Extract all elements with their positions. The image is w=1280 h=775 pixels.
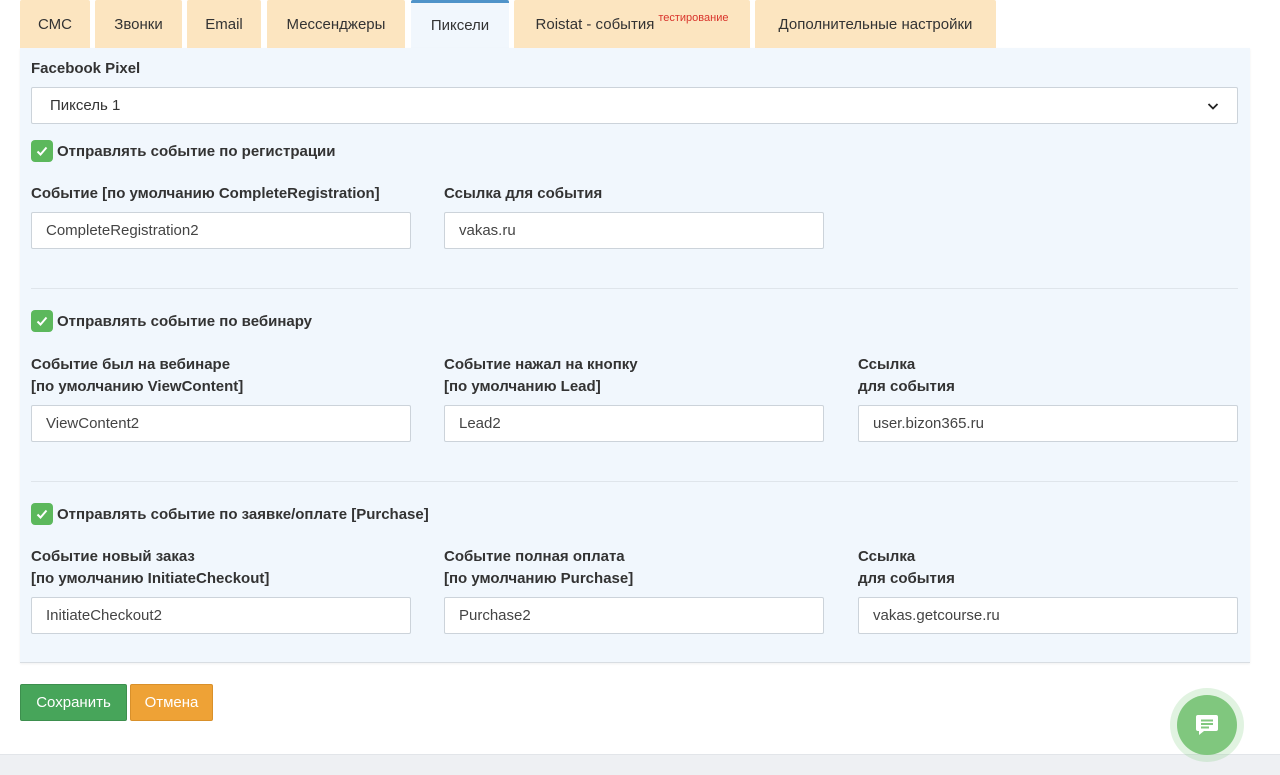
cancel-button[interactable]: Отмена [130,684,213,721]
tab-roistat-events[interactable]: Roistat - события тестирование [514,0,750,48]
tab-additional-settings[interactable]: Дополнительные настройки [755,0,996,48]
webinar-checkbox[interactable] [31,310,53,332]
checkmark-icon [36,316,48,326]
webinar-button-label-line2: [по умолчанию Lead] [444,378,601,395]
testing-badge: тестирование [658,12,729,24]
paid-event-input[interactable] [444,597,824,634]
tab-label: Звонки [114,15,163,33]
registration-event-label: Событие [по умолчанию CompleteRegistrati… [31,185,380,202]
webinar-link-label-line2: для события [858,378,955,395]
facebook-pixel-label: Facebook Pixel [31,60,141,77]
registration-event-input[interactable] [31,212,411,249]
webinar-checkbox-row[interactable]: Отправлять событие по вебинару [31,310,312,332]
registration-link-label: Ссылка для события [444,185,603,202]
registration-checkbox-row[interactable]: Отправлять событие по регистрации [31,140,336,162]
webinar-button-label-line1: Событие нажал на кнопку [444,356,638,373]
paid-event-label-line1: Событие полная оплата [444,548,625,565]
divider [31,288,1238,289]
order-event-label-line2: [по умолчанию InitiateCheckout] [31,570,270,587]
purchase-checkbox-label: Отправлять событие по заявке/оплате [Pur… [57,505,429,523]
chat-widget-inner [1177,695,1237,755]
tab-calls[interactable]: Звонки [95,0,182,48]
order-event-label-line1: Событие новый заказ [31,548,195,565]
pixels-panel: Facebook Pixel Пиксель 1 Отправлять собы… [20,48,1250,663]
checkmark-icon [36,146,48,156]
order-event-input[interactable] [31,597,411,634]
chat-icon [1196,715,1218,735]
tab-messengers[interactable]: Мессенджеры [267,0,405,48]
registration-checkbox-label: Отправлять событие по регистрации [57,142,336,160]
pixel-select[interactable]: Пиксель 1 [31,87,1238,124]
purchase-checkbox[interactable] [31,503,53,525]
tab-pixels[interactable]: Пиксели [411,0,509,48]
divider [31,481,1238,482]
purchase-link-label-line2: для события [858,570,955,587]
chat-widget-button[interactable] [1170,688,1244,762]
purchase-link-label-line1: Ссылка [858,548,916,565]
tab-label: Дополнительные настройки [778,15,973,33]
tab-label: Мессенджеры [286,15,386,33]
save-button[interactable]: Сохранить [20,684,127,721]
registration-checkbox[interactable] [31,140,53,162]
webinar-button-input[interactable] [444,405,824,442]
registration-link-input[interactable] [444,212,824,249]
chevron-down-icon [1207,102,1219,110]
webinar-checkbox-label: Отправлять событие по вебинару [57,312,313,330]
tab-label: СМС [38,15,72,33]
webinar-link-input[interactable] [858,405,1238,442]
pixel-select-value: Пиксель 1 [50,97,121,114]
webinar-event-input[interactable] [31,405,411,442]
purchase-link-input[interactable] [858,597,1238,634]
tab-label: Roistat - события [535,15,655,33]
webinar-event-label-line2: [по умолчанию ViewContent] [31,378,244,395]
webinar-event-label-line1: Событие был на вебинаре [31,356,231,373]
tab-sms[interactable]: СМС [20,0,90,48]
footer-bar [0,754,1280,775]
tab-email[interactable]: Email [187,0,261,48]
checkmark-icon [36,509,48,519]
tab-label: Пиксели [430,17,490,34]
purchase-checkbox-row[interactable]: Отправлять событие по заявке/оплате [Pur… [31,503,429,525]
tab-label: Email [205,15,243,33]
settings-tabs: СМС Звонки Email Мессенджеры Пиксели Roi… [20,0,1250,48]
paid-event-label-line2: [по умолчанию Purchase] [444,570,634,587]
webinar-link-label-line1: Ссылка [858,356,916,373]
